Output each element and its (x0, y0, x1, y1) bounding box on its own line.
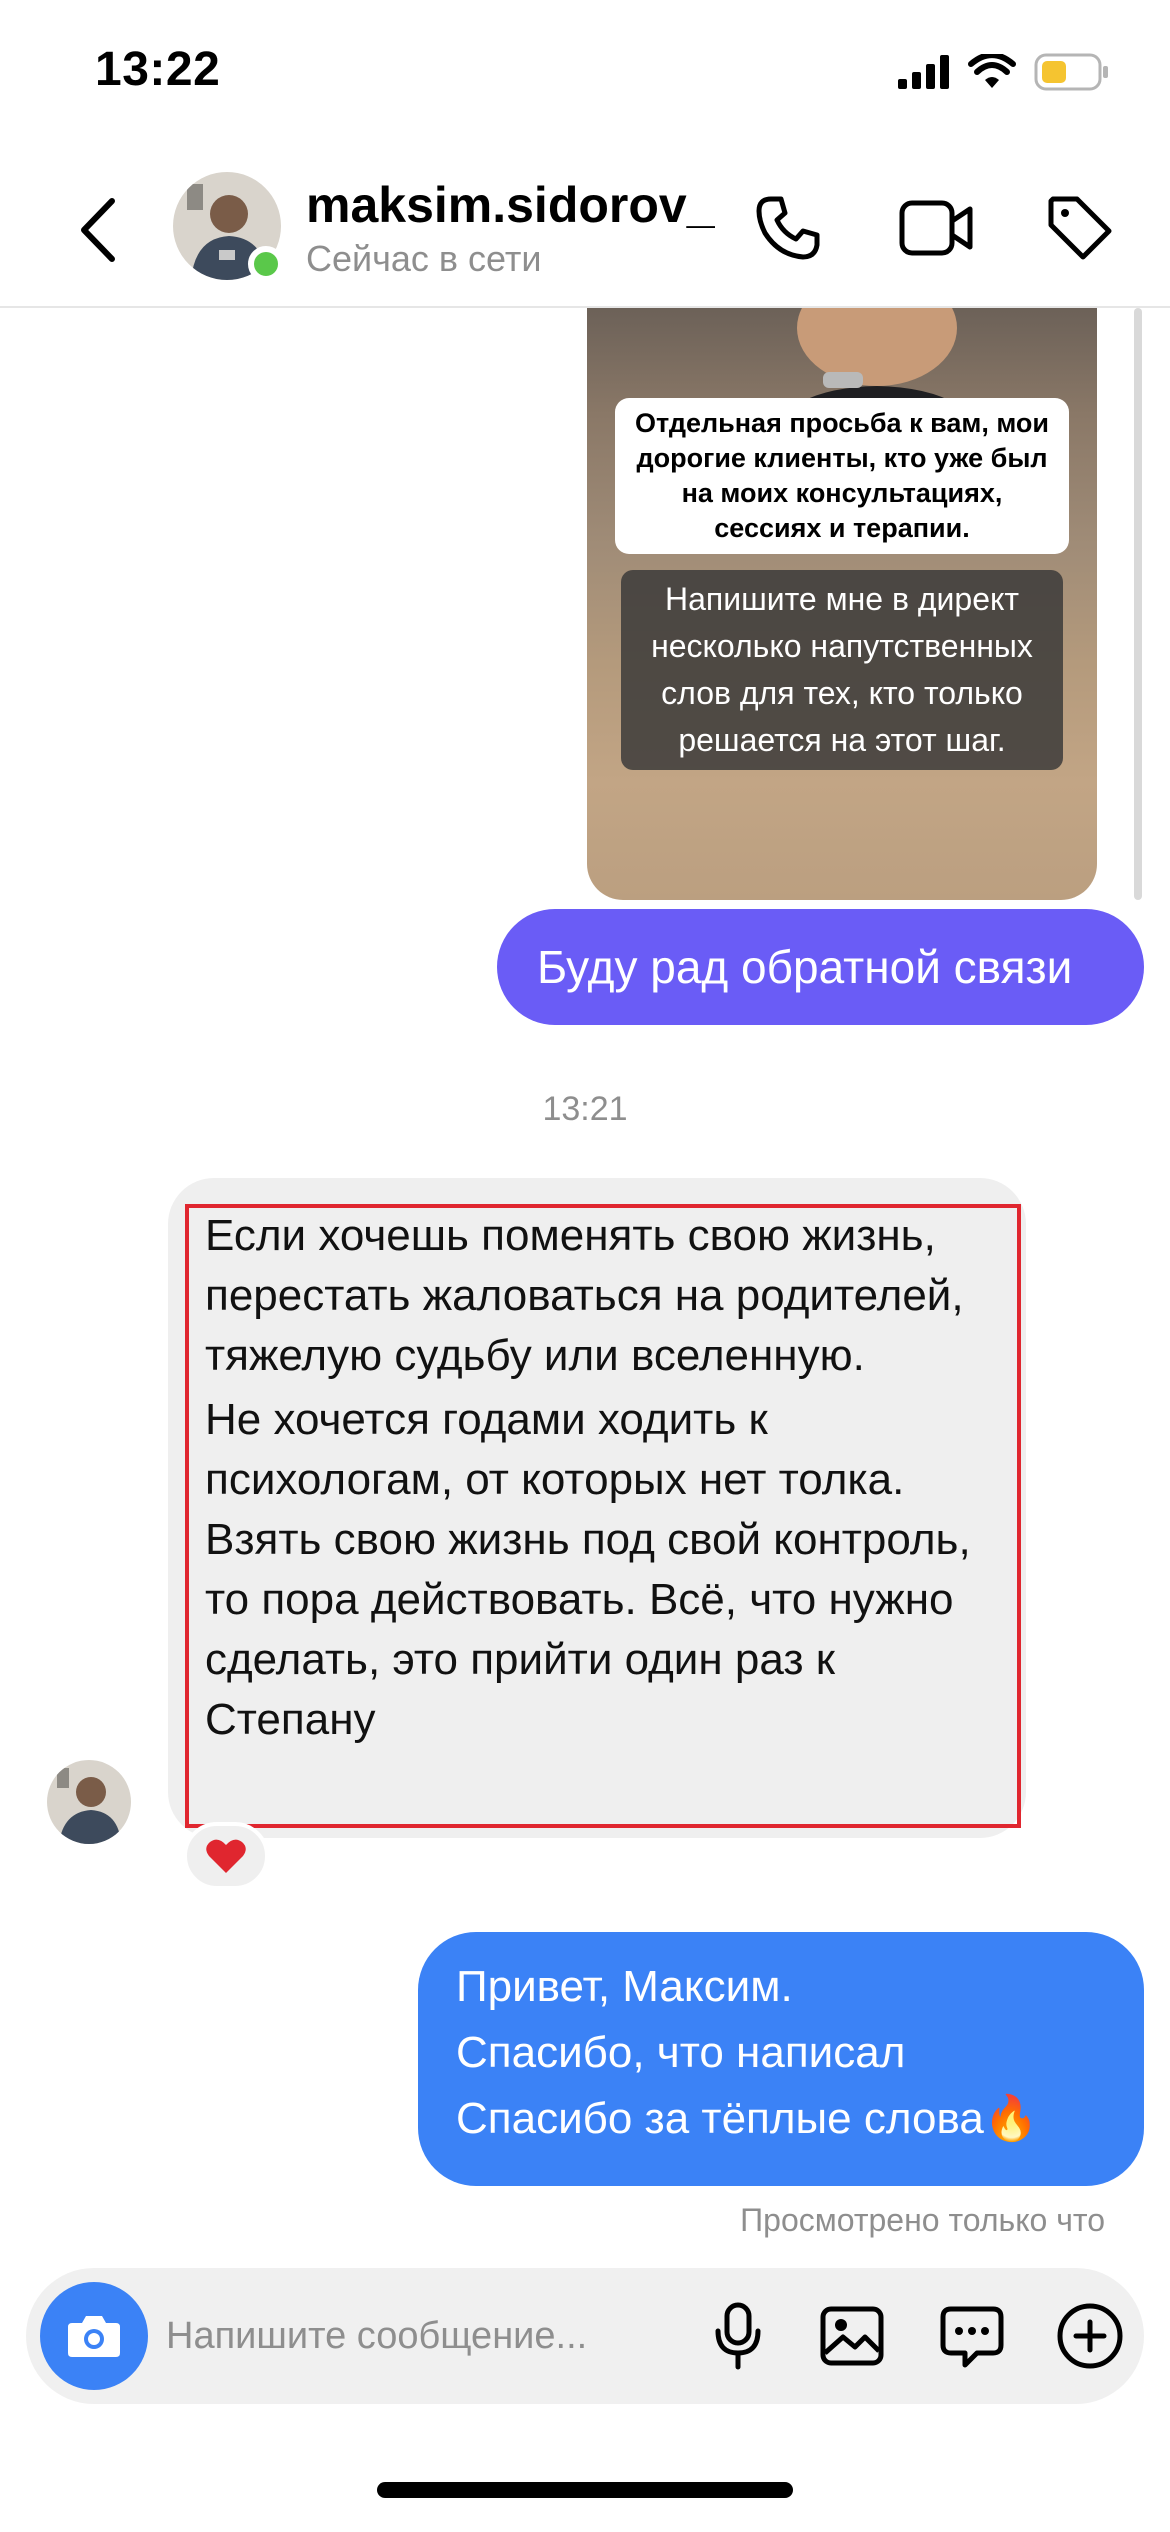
heart-reaction[interactable] (183, 1822, 269, 1890)
wifi-icon (968, 51, 1016, 95)
message-composer (26, 2268, 1144, 2404)
sticker-icon (940, 2306, 1004, 2368)
camera-icon (68, 2316, 120, 2357)
video-call-button[interactable] (896, 188, 976, 268)
incoming-paragraph-2: Не хочется годами ходить к психологам, о… (205, 1395, 971, 1744)
incoming-paragraph-1: Если хочешь поменять свою жизнь, переста… (205, 1211, 964, 1380)
heart-icon (206, 1839, 246, 1873)
outgoing-message-bubble[interactable]: Буду рад обратной связи (497, 909, 1144, 1025)
seen-status: Просмотрено только что (740, 2202, 1105, 2238)
chevron-left-icon (81, 198, 115, 262)
gallery-icon (820, 2306, 884, 2366)
contact-status: Сейчас в сети (306, 238, 542, 279)
tag-icon (1048, 196, 1112, 260)
contact-name[interactable]: maksim.sidorov_ (306, 176, 715, 234)
reply-line-2: Спасибо, что написал (456, 2028, 906, 2077)
gallery-button[interactable] (812, 2296, 892, 2376)
incoming-message-text: Если хочешь поменять свою жизнь, переста… (205, 1206, 1005, 1750)
status-bar: 13:22 (0, 0, 1170, 150)
video-icon (899, 200, 973, 256)
plus-icon (1057, 2303, 1123, 2369)
status-time: 13:22 (95, 43, 221, 96)
tag-button[interactable] (1040, 188, 1120, 268)
signal-icon (898, 54, 950, 94)
battery-icon (1034, 53, 1110, 96)
story-caption-secondary: Напишите мне в директ несколько напутств… (621, 570, 1063, 770)
shared-story-image[interactable]: Отдельная просьба к вам, мои дорогие кли… (587, 308, 1097, 900)
online-indicator (248, 246, 284, 282)
scrollbar[interactable] (1134, 308, 1142, 900)
plus-button[interactable] (1050, 2296, 1130, 2376)
phone-icon (756, 196, 820, 260)
microphone-icon (715, 2302, 761, 2370)
sticker-button[interactable] (932, 2296, 1012, 2376)
chat-header: maksim.sidorov_ Сейчас в сети (0, 150, 1170, 308)
back-button[interactable] (68, 190, 128, 270)
microphone-button[interactable] (698, 2296, 778, 2376)
story-caption-primary: Отдельная просьба к вам, мои дорогие кли… (615, 398, 1069, 554)
home-indicator[interactable] (377, 2482, 793, 2498)
camera-button[interactable] (40, 2282, 148, 2390)
message-input[interactable] (166, 2304, 666, 2368)
reply-line-3: Спасибо за тёплые слова🔥 (456, 2094, 1039, 2143)
status-icons (898, 51, 1110, 96)
time-separator: 13:21 (542, 1090, 628, 1128)
sender-avatar[interactable] (47, 1760, 131, 1844)
call-button[interactable] (748, 188, 828, 268)
outgoing-reply-bubble[interactable]: Привет, Максим. Спасибо, что написал Спа… (418, 1932, 1144, 2186)
reply-line-1: Привет, Максим. (456, 1962, 793, 2011)
